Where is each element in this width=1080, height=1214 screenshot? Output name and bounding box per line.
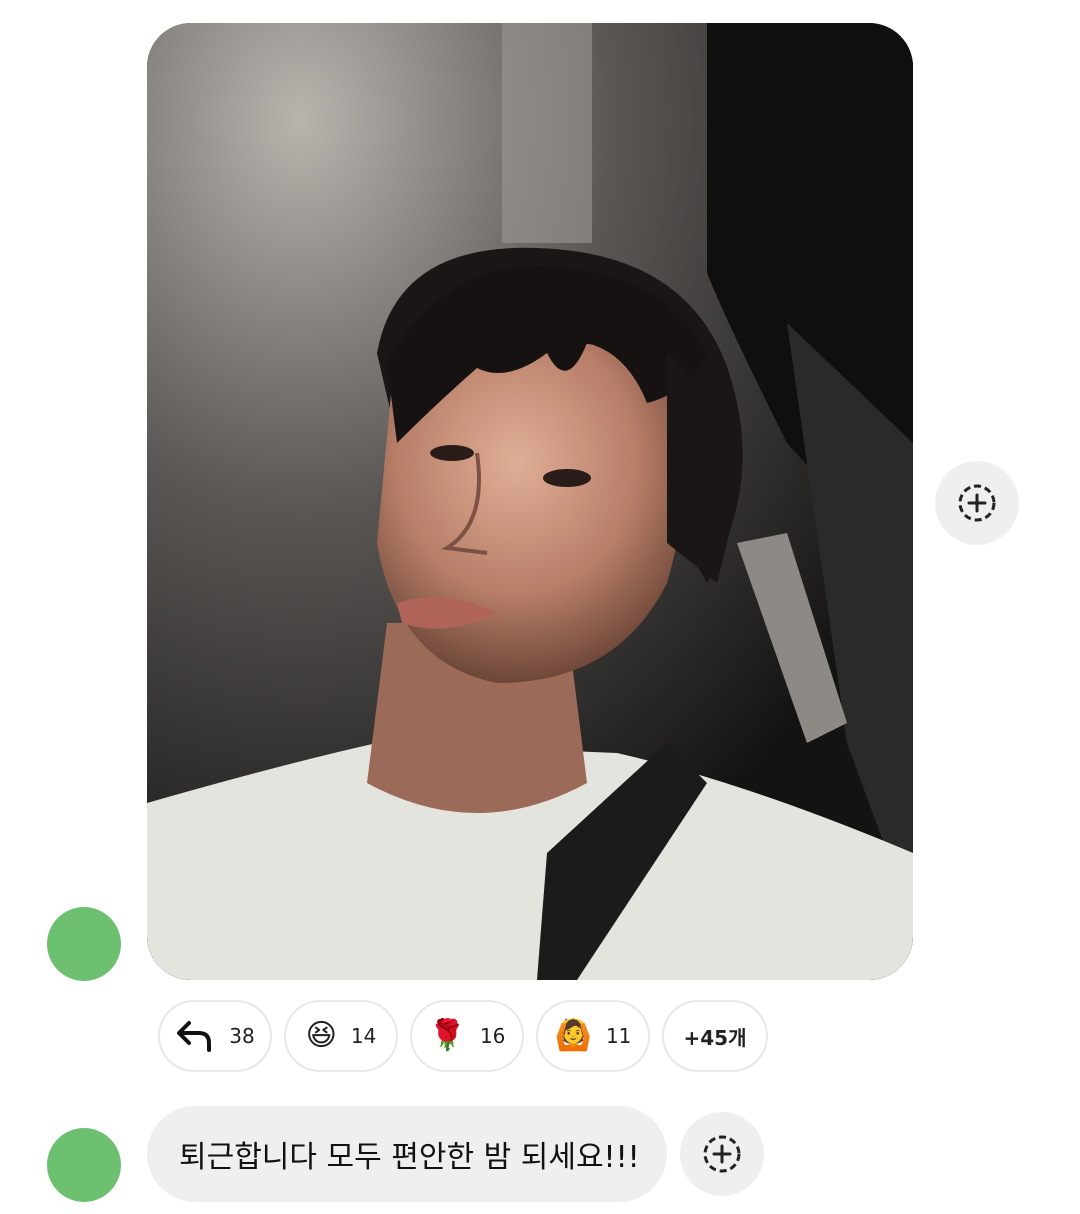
rose-icon: 🌹 [428,1018,466,1053]
add-reaction-button[interactable] [935,461,1019,545]
add-reaction-icon [958,484,996,522]
reaction-chip-rose[interactable]: 🌹 16 [410,1000,524,1072]
reaction-count: 38 [229,1024,255,1048]
sender-avatar[interactable] [47,1128,121,1202]
reaction-chip-person-heart[interactable]: 🙆 11 [536,1000,650,1072]
text-message-bubble[interactable]: 퇴근합니다 모두 편안한 밤 되세요!!! [147,1106,667,1202]
photo-message[interactable] [147,23,913,980]
sender-avatar[interactable] [47,907,121,981]
add-reaction-button[interactable] [680,1112,764,1196]
reaction-bar: 38 😆 14 🌹 16 🙆 11 +45개 [158,1000,768,1072]
reaction-chip-reply[interactable]: 38 [158,1000,272,1072]
more-reactions-label: +45개 [683,1025,747,1050]
chat-screen: 38 😆 14 🌹 16 🙆 11 +45개 퇴근합니다 모두 편안한 밤 되세… [0,0,1080,1214]
laughing-face-icon: 😆 [305,1018,337,1053]
more-reactions-button[interactable]: +45개 [662,1000,768,1072]
reaction-count: 11 [605,1024,632,1048]
reaction-count: 14 [350,1024,377,1048]
add-reaction-icon [703,1135,741,1173]
reaction-count: 16 [479,1024,506,1048]
message-text: 퇴근합니다 모두 편안한 밤 되세요!!! [179,1140,640,1175]
selfie-photo [147,23,913,980]
reply-arrow-icon [177,1021,212,1052]
person-heart-icon: 🙆 [554,1018,592,1053]
reaction-chip-laughing[interactable]: 😆 14 [284,1000,398,1072]
